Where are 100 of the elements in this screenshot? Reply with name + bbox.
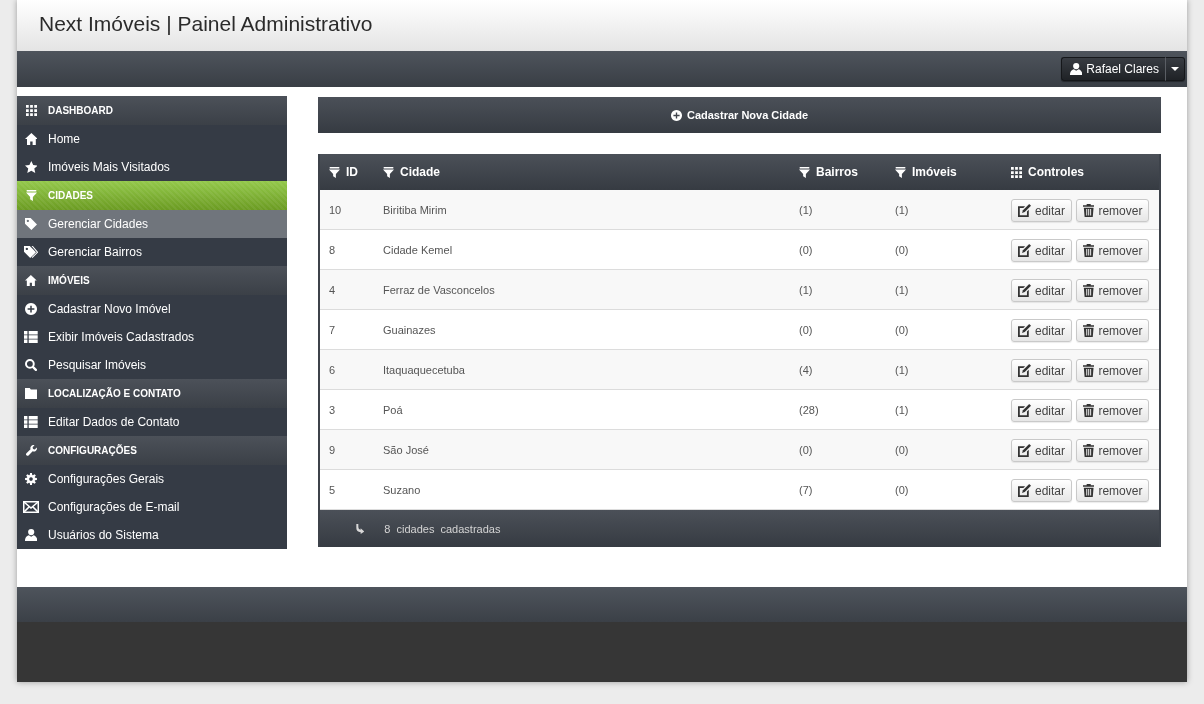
trash-icon bbox=[1083, 484, 1095, 497]
add-city-button[interactable]: Cadastrar Nova Cidade bbox=[318, 97, 1161, 133]
search-icon bbox=[25, 359, 37, 371]
column-header[interactable]: ID bbox=[346, 165, 358, 179]
edit-icon bbox=[1018, 204, 1031, 217]
edit-button[interactable]: editar bbox=[1011, 199, 1073, 222]
grid-icon bbox=[25, 105, 37, 116]
table-cell: (1) bbox=[895, 363, 909, 376]
edit-icon bbox=[1018, 324, 1031, 337]
user-icon bbox=[24, 529, 38, 541]
home-icon bbox=[25, 275, 37, 286]
table-cell: 7 bbox=[329, 323, 336, 336]
filter-icon bbox=[383, 166, 394, 178]
table-cell: (1) bbox=[895, 203, 909, 216]
column-header[interactable]: Imóveis bbox=[912, 165, 957, 179]
user-icon bbox=[1069, 63, 1083, 75]
dropdown-toggle[interactable] bbox=[1165, 57, 1185, 81]
sidebar-section-header[interactable]: CONFIGURAÇÕES bbox=[17, 436, 287, 465]
edit-icon bbox=[1018, 364, 1031, 377]
sidebar-item[interactable]: Gerenciar Cidades bbox=[17, 210, 287, 238]
trash-icon bbox=[1083, 204, 1095, 217]
caret-icon bbox=[1171, 67, 1179, 71]
grid-icon bbox=[1011, 166, 1022, 178]
list-icon bbox=[24, 331, 38, 343]
table-cell: (0) bbox=[799, 323, 813, 336]
table-cell: Biritiba Mirim bbox=[383, 203, 447, 216]
column-header[interactable]: Cidade bbox=[400, 165, 440, 179]
trash-icon bbox=[1083, 244, 1095, 257]
home-icon bbox=[24, 133, 38, 145]
remove-button[interactable]: remover bbox=[1076, 399, 1150, 422]
filter-icon bbox=[895, 166, 906, 178]
curved-arrow-icon bbox=[355, 523, 365, 534]
table-cell: 8 bbox=[329, 243, 336, 256]
trash-icon bbox=[1083, 364, 1095, 377]
column-header[interactable]: Bairros bbox=[816, 165, 859, 179]
edit-button[interactable]: editar bbox=[1011, 359, 1073, 382]
table-cell: São José bbox=[383, 443, 429, 456]
table-cell: (4) bbox=[799, 363, 813, 376]
table-cell: (0) bbox=[895, 323, 909, 336]
remove-button[interactable]: remover bbox=[1076, 199, 1150, 222]
table-cell: (1) bbox=[799, 203, 813, 216]
table-cell: (0) bbox=[895, 483, 909, 496]
gear-icon bbox=[25, 473, 37, 485]
table-cell: Poá bbox=[383, 403, 403, 416]
edit-button[interactable]: editar bbox=[1011, 439, 1073, 462]
remove-button[interactable]: remover bbox=[1076, 279, 1150, 302]
table-cell: 3 bbox=[329, 403, 336, 416]
edit-icon bbox=[1018, 244, 1031, 257]
edit-button[interactable]: editar bbox=[1011, 279, 1073, 302]
table-cell: Cidade Kemel bbox=[383, 243, 453, 256]
edit-icon bbox=[1018, 444, 1031, 457]
table-cell: 5 bbox=[329, 483, 336, 496]
table-cell: (1) bbox=[895, 283, 909, 296]
tags-icon bbox=[23, 246, 39, 258]
table-cell: Suzano bbox=[383, 483, 421, 496]
remove-button[interactable]: remover bbox=[1076, 479, 1150, 502]
remove-button[interactable]: remover bbox=[1076, 319, 1150, 342]
table-cell: (28) bbox=[799, 403, 819, 416]
table-cell: Ferraz de Vasconcelos bbox=[383, 283, 495, 296]
table-cell: (0) bbox=[895, 243, 909, 256]
star-icon bbox=[24, 161, 38, 173]
trash-icon bbox=[1083, 444, 1095, 457]
table-cell: (1) bbox=[895, 403, 909, 416]
edit-button[interactable]: editar bbox=[1011, 319, 1073, 342]
edit-button[interactable]: editar bbox=[1011, 479, 1073, 502]
sidebar-section-header[interactable]: LOCALIZAÇÃO E CONTATO bbox=[17, 379, 287, 408]
column-header[interactable]: Controles bbox=[1028, 165, 1084, 179]
table-cell: (0) bbox=[895, 443, 909, 456]
remove-button[interactable]: remover bbox=[1076, 439, 1150, 462]
table-cell: 4 bbox=[329, 283, 336, 296]
edit-icon bbox=[1018, 284, 1031, 297]
table-cell: 10 bbox=[329, 203, 342, 216]
edit-icon bbox=[1018, 484, 1031, 497]
table-cell: Itaquaquecetuba bbox=[383, 363, 465, 376]
table-cell: 6 bbox=[329, 363, 336, 376]
edit-button[interactable]: editar bbox=[1011, 399, 1073, 422]
table-cell: (0) bbox=[799, 443, 813, 456]
edit-icon bbox=[1018, 404, 1031, 417]
record-count: 8 cidades cadastradas bbox=[384, 522, 501, 535]
trash-icon bbox=[1083, 324, 1095, 337]
trash-icon bbox=[1083, 404, 1095, 417]
table-cell: 9 bbox=[329, 443, 336, 456]
envelope-icon bbox=[23, 501, 39, 513]
trash-icon bbox=[1083, 284, 1095, 297]
remove-button[interactable]: remover bbox=[1076, 359, 1150, 382]
app-title: Next Imóveis | Painel Administrativo bbox=[39, 11, 373, 36]
tag-icon bbox=[25, 218, 37, 230]
sidebar-section-header[interactable]: DASHBOARD bbox=[17, 96, 287, 125]
filter-icon bbox=[329, 166, 340, 178]
table-cell: (7) bbox=[799, 483, 813, 496]
edit-button[interactable]: editar bbox=[1011, 239, 1073, 262]
folder-icon bbox=[24, 388, 38, 399]
user-menu-button[interactable]: Rafael Clares bbox=[1060, 57, 1165, 81]
filter-icon bbox=[799, 166, 810, 178]
wrench-icon bbox=[25, 445, 37, 456]
list-icon bbox=[24, 416, 38, 428]
table-cell: (0) bbox=[799, 243, 813, 256]
remove-button[interactable]: remover bbox=[1076, 239, 1150, 262]
table-cell: Guainazes bbox=[383, 323, 436, 336]
sidebar-section-header[interactable]: IMÓVEIS bbox=[17, 266, 287, 295]
